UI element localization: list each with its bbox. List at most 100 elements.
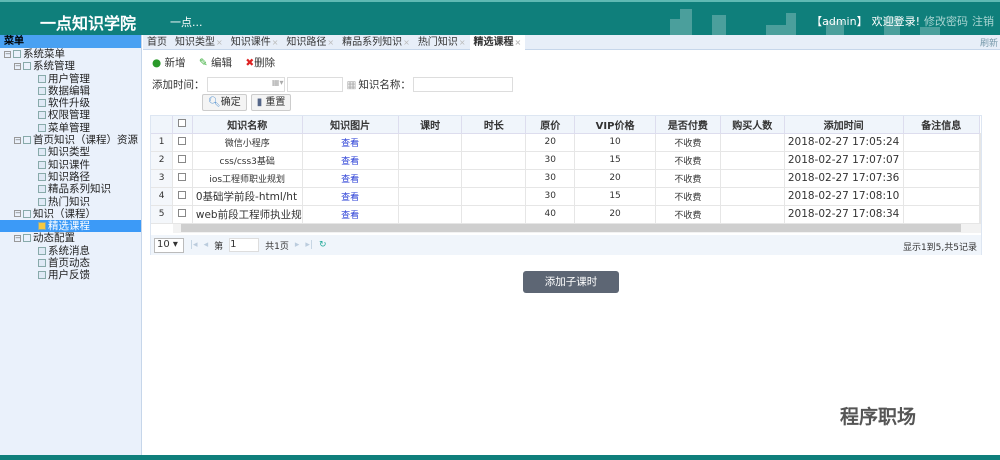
start-date-input[interactable]: ▦▾ [206, 77, 285, 92]
cell: 20 [525, 133, 576, 152]
close-tab-icon[interactable]: × [216, 38, 223, 47]
menu-item[interactable]: − 系统管理 [0, 60, 141, 72]
folder-icon [13, 50, 21, 58]
cell-text: web前段工程师执业规 [195, 208, 302, 221]
menu-item[interactable]: 系统消息 [0, 245, 141, 257]
menu-item[interactable]: 用户反馈 [0, 269, 141, 281]
menu-item[interactable]: − 知识（课程） [0, 208, 141, 220]
menu-item[interactable]: 热门知识 [0, 196, 141, 208]
column-header[interactable]: 原价 [525, 116, 576, 134]
prev-page-icon[interactable]: ◂ [204, 240, 209, 250]
cell: 2018-02-27 17:07:36 [784, 169, 904, 188]
cell-text: 20 [609, 173, 621, 183]
cell [461, 151, 527, 170]
last-page-icon[interactable]: ▸| [305, 240, 313, 250]
close-tab-icon[interactable]: × [515, 38, 522, 47]
toolbar: ● 新增 ✎ 编辑 ✖删除 [152, 55, 285, 70]
row-checkbox[interactable] [178, 154, 187, 163]
end-date-input[interactable] [286, 77, 343, 92]
column-header[interactable]: 是否付费 [655, 116, 721, 134]
column-header[interactable]: 课时 [398, 116, 463, 134]
page-input[interactable]: 1 [229, 238, 260, 252]
table-row[interactable]: 2 css/css3基础 查看 30 15 不收费 2018-02-27 17:07:07 [151, 151, 981, 170]
view-image-link[interactable]: 查看 [341, 175, 359, 185]
delete-button[interactable]: ✖删除 [245, 57, 275, 69]
view-image-link[interactable]: 查看 [341, 211, 359, 221]
table-row[interactable]: 5 web前段工程师执业规 查看 40 20 不收费 2018-02-27 17:08:34 [151, 205, 981, 224]
confirm-button[interactable]: 🔍︎确定 [202, 94, 247, 111]
tab[interactable]: 知识类型× [171, 35, 227, 50]
menu-item[interactable]: 知识课件 [0, 159, 141, 171]
collapse-icon[interactable]: − [4, 50, 11, 58]
row-checkbox[interactable] [178, 208, 187, 217]
cell-text: 4 [158, 191, 165, 201]
close-tab-icon[interactable]: × [459, 38, 466, 47]
next-page-icon[interactable]: ▸ [295, 240, 300, 250]
cell-text: 2018-02-27 17:08:34 [787, 208, 900, 220]
tab[interactable]: 知识路径× [282, 35, 338, 50]
menu-item[interactable]: 权限管理 [0, 109, 141, 121]
menu-item[interactable]: 用户管理 [0, 73, 141, 85]
course-grid: 知识名称 知识图片 课时 时长 原价 VIP价格 是否付费 购买人数 添加时间 备注信息 1 微信小… [150, 115, 982, 255]
row-checkbox[interactable] [178, 172, 187, 181]
page-icon [38, 197, 46, 206]
tab[interactable]: 知识课件× [227, 35, 283, 50]
collapse-icon[interactable]: − [14, 210, 21, 218]
cell-text: 30 [544, 155, 556, 165]
table-row[interactable]: 1 微信小程序 查看 20 10 不收费 2018-02-27 17:05:24 [151, 133, 981, 152]
menu-item[interactable]: − 首页知识（课程）资源 [0, 134, 141, 146]
menu-item[interactable]: 知识路径 [0, 171, 141, 183]
collapse-icon[interactable]: − [14, 234, 21, 242]
collapse-icon[interactable]: − [14, 62, 21, 70]
collapse-icon[interactable]: − [14, 136, 21, 144]
name-input[interactable] [412, 77, 513, 92]
view-image-link[interactable]: 查看 [341, 193, 359, 203]
view-image-link[interactable]: 查看 [341, 139, 359, 149]
logout-link[interactable]: 注销 [972, 15, 994, 28]
menu-item[interactable]: 软件升级 [0, 97, 141, 109]
sidebar-title: 菜单 [0, 35, 141, 48]
menu-item[interactable]: 精选课程 [0, 220, 141, 233]
column-header[interactable]: 时长 [461, 116, 527, 134]
tab-label: 知识类型 [175, 37, 215, 48]
close-tab-icon[interactable]: × [327, 38, 334, 47]
column-header[interactable]: 知识名称 [192, 116, 303, 134]
table-row[interactable]: 3 ios工程师职业规划 查看 30 20 不收费 2018-02-27 17:07:36 [151, 169, 981, 188]
view-image-link[interactable]: 查看 [341, 157, 359, 167]
menu-item[interactable]: 首页动态 [0, 257, 141, 269]
close-tab-icon[interactable]: × [272, 38, 279, 47]
page-size-select[interactable]: 10 ▾ [154, 237, 184, 253]
menu-item[interactable]: 菜单管理 [0, 122, 141, 134]
tab[interactable]: 精品系列知识× [338, 35, 414, 50]
column-header[interactable]: 备注信息 [903, 116, 981, 134]
reset-button[interactable]: ▮ 重置 [250, 94, 292, 111]
tab[interactable]: 精选课程× [469, 35, 526, 50]
table-row[interactable]: 4 0基础学前段-html/ht 查看 30 15 不收费 2018-02-27 17:08… [151, 187, 981, 206]
row-checkbox[interactable] [178, 136, 187, 145]
add-button[interactable]: ● 新增 [152, 57, 186, 69]
horizontal-scrollbar[interactable] [173, 224, 981, 233]
cell: 20 [574, 169, 656, 188]
tab[interactable]: 首页 [143, 35, 171, 50]
menu-item[interactable]: − 动态配置 [0, 232, 141, 244]
close-tab-icon[interactable]: × [403, 38, 410, 47]
menu-item[interactable]: − 系统菜单 [0, 48, 141, 60]
menu-item[interactable]: 精品系列知识 [0, 183, 141, 195]
column-header[interactable]: VIP价格 [574, 116, 656, 134]
menu-item[interactable]: 知识类型 [0, 146, 141, 158]
column-header[interactable]: 购买人数 [720, 116, 785, 134]
tab-label: 知识路径 [286, 37, 327, 48]
change-password-link[interactable]: 修改密码 [924, 15, 968, 28]
edit-button[interactable]: ✎ 编辑 [199, 57, 232, 69]
scroll-thumb[interactable] [181, 224, 961, 232]
tab[interactable]: 热门知识× [414, 35, 470, 50]
menu-item[interactable]: 数据编辑 [0, 85, 141, 97]
column-header[interactable]: 知识图片 [302, 116, 399, 134]
select-all-checkbox[interactable] [178, 118, 187, 127]
column-header[interactable]: 添加时间 [784, 116, 904, 134]
row-checkbox[interactable] [178, 190, 187, 199]
refresh-link[interactable]: 刷新 [980, 36, 998, 49]
add-sub-lesson-button[interactable]: 添加子课时 [523, 271, 619, 293]
first-page-icon[interactable]: |◂ [190, 240, 198, 250]
refresh-icon[interactable]: ↻ [319, 240, 327, 250]
